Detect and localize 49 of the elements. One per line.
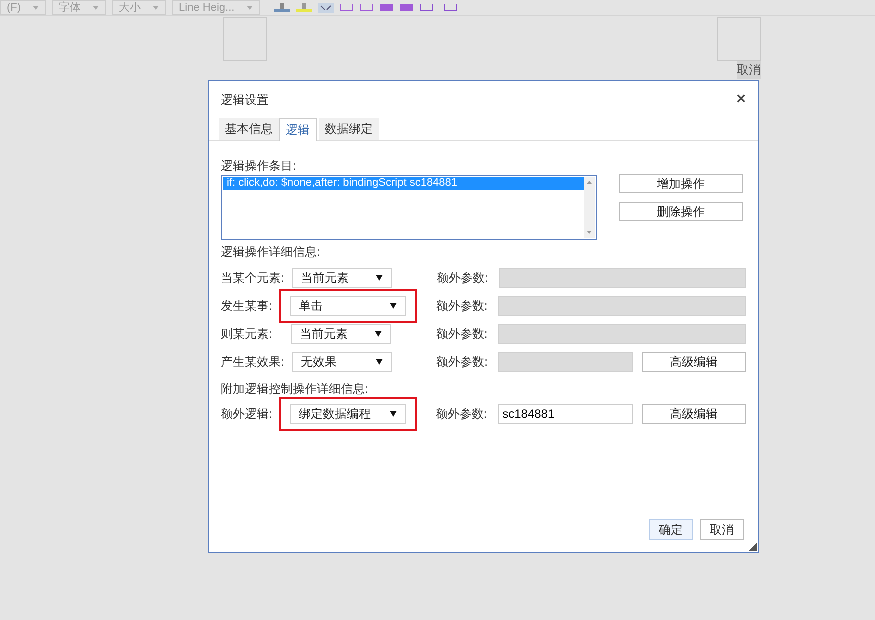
section-label: 逻辑操作详细信息: <box>221 244 322 261</box>
dropdown[interactable]: 当前元素 <box>290 324 391 344</box>
field-label: 额外参数: <box>436 326 489 343</box>
caret-icon <box>376 359 383 365</box>
tab[interactable]: 基本信息 <box>219 118 279 140</box>
caret-icon <box>33 6 40 10</box>
dropdown[interactable]: 单击 <box>290 296 406 316</box>
font-color-icon[interactable] <box>274 2 290 12</box>
dialog-title: 逻辑设置 <box>221 92 269 109</box>
field-label: 额外参数: <box>436 298 489 315</box>
toolbar-icon[interactable] <box>400 4 414 12</box>
section-label: 附加逻辑控制操作详细信息: <box>221 381 370 398</box>
field-label: 额外参数: <box>436 406 488 423</box>
advanced-edit-button[interactable]: 高级编辑 <box>642 352 746 372</box>
list-action-button[interactable]: 删除操作 <box>619 202 743 221</box>
expand-icon[interactable] <box>318 2 334 12</box>
advanced-edit-button[interactable]: 高级编辑 <box>642 404 746 424</box>
field-label: 额外参数: <box>437 270 490 287</box>
caret-icon <box>376 275 383 281</box>
field-label: 额外逻辑: <box>221 406 274 423</box>
dialog-button[interactable]: 取消 <box>700 519 744 540</box>
scrollbar-drawing <box>584 177 595 238</box>
section-label: 逻辑操作条目: <box>221 158 298 175</box>
field-label: 则某元素: <box>221 326 274 343</box>
tab[interactable]: 数据绑定 <box>319 118 379 140</box>
field-label: 产生某效果: <box>221 354 281 371</box>
caret-icon <box>390 303 397 309</box>
caret-icon <box>374 331 382 337</box>
resize-grip-icon[interactable] <box>749 543 757 551</box>
tab[interactable]: 逻辑 <box>279 118 317 141</box>
close-button[interactable]: × <box>736 88 746 112</box>
input-field[interactable]: sc184881 <box>498 404 634 424</box>
field-label: 发生某事: <box>221 298 274 315</box>
toolbar-icon[interactable] <box>360 4 374 12</box>
dropdown[interactable]: 绑定数据编程 <box>290 404 406 424</box>
caret-icon <box>246 6 253 10</box>
toolbar-icon[interactable] <box>340 4 354 12</box>
caret-icon <box>153 6 160 10</box>
field-label: 额外参数: <box>436 354 489 371</box>
caret-icon <box>390 411 397 417</box>
field-label: 当某个元素: <box>221 270 281 287</box>
dialog-button[interactable]: 确定 <box>649 519 693 540</box>
highlighter-icon[interactable] <box>296 2 312 12</box>
toolbar-icon[interactable] <box>380 4 394 12</box>
dropdown[interactable]: 无效果 <box>292 352 392 372</box>
list-action-button[interactable]: 增加操作 <box>619 174 743 193</box>
dropdown[interactable]: 当前元素 <box>292 268 392 288</box>
caret-icon <box>93 6 100 10</box>
image-caption: 取消 <box>737 61 761 79</box>
